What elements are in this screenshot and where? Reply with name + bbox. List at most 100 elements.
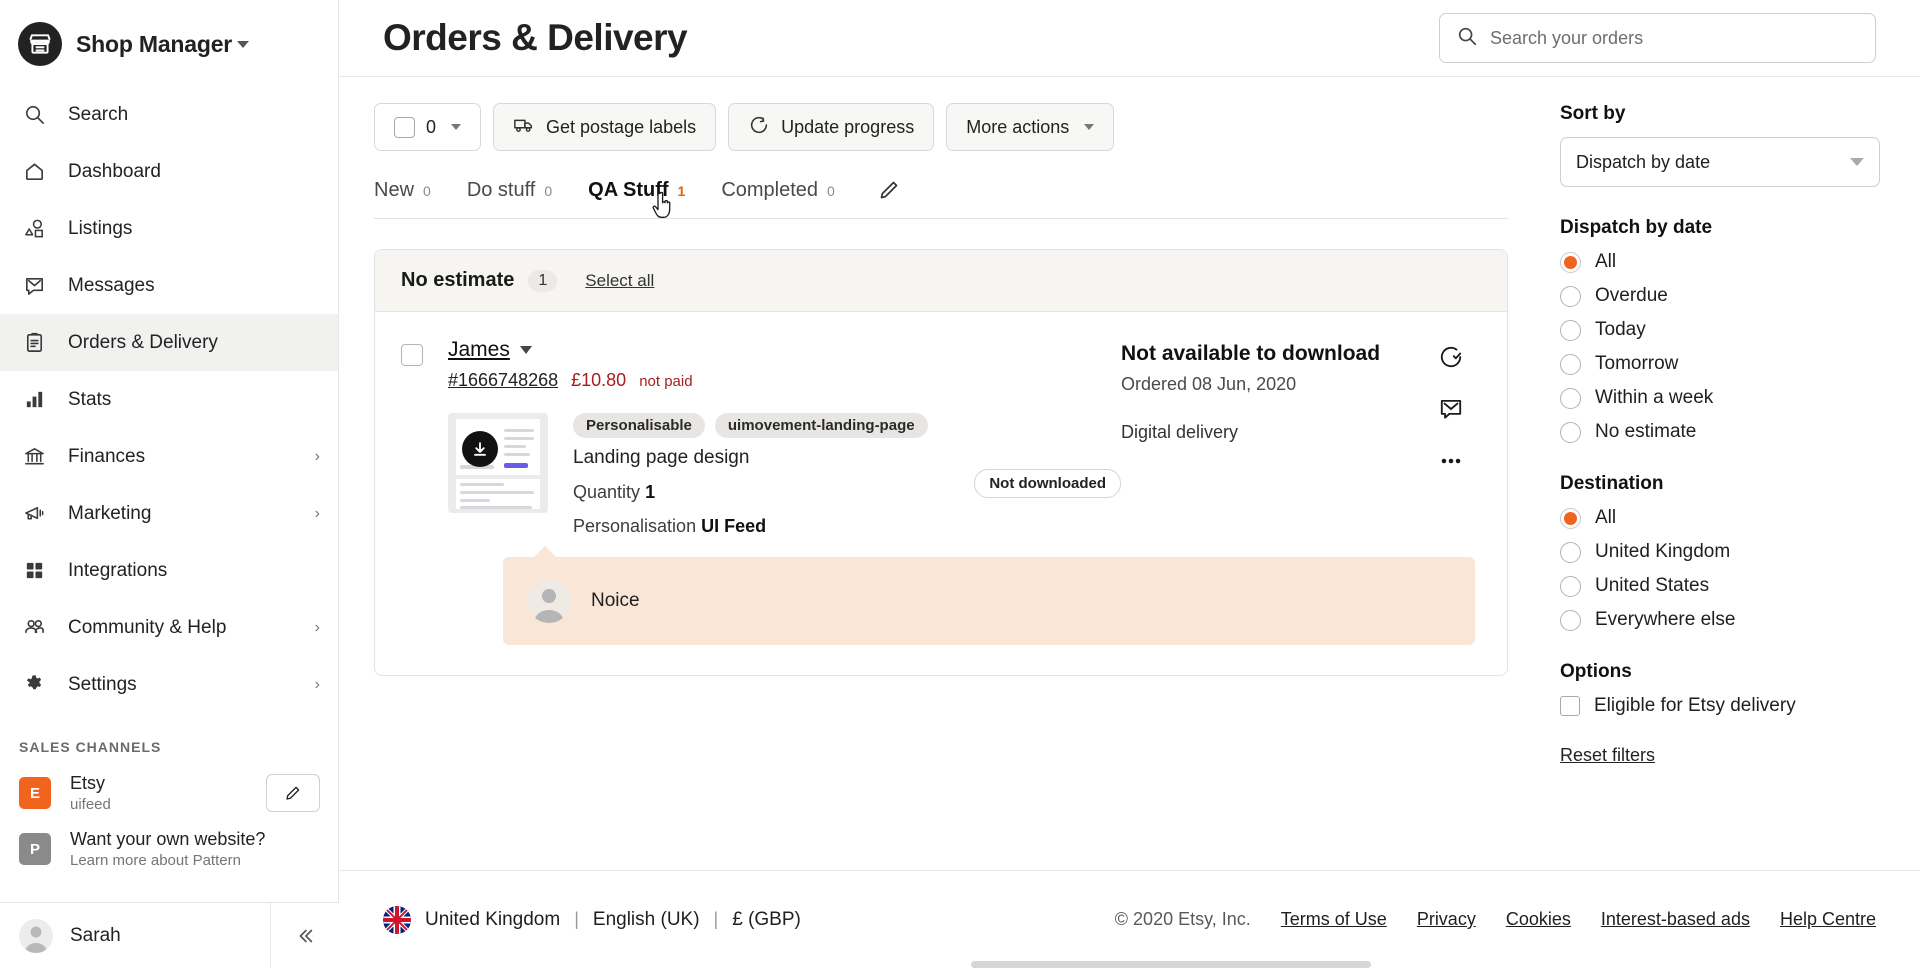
dispatch-by-date-label: Dispatch by date [1560, 217, 1713, 238]
destination-filter-group: Destination All United Kingdom United St… [1560, 473, 1880, 631]
edit-shop-button[interactable] [266, 774, 320, 812]
radio-icon[interactable] [1560, 285, 1581, 307]
order-checkbox[interactable] [401, 344, 423, 366]
tab-completed[interactable]: Completed 0 [721, 179, 835, 202]
sidebar-item-stats[interactable]: Stats [0, 371, 338, 428]
footer-link-help-centre[interactable]: Help Centre [1780, 909, 1876, 930]
sidebar-item-finances[interactable]: Finances › [0, 428, 338, 485]
shop-storefront-icon [18, 22, 62, 66]
dispatch-option-tomorrow[interactable]: Tomorrow [1560, 353, 1880, 375]
button-label: More actions [966, 116, 1070, 137]
reset-filters-link[interactable]: Reset filters [1560, 745, 1655, 766]
item-info: Personalisable uimovement-landing-page L… [573, 413, 949, 537]
radio-icon[interactable] [1560, 251, 1581, 273]
listing-thumbnail[interactable] [448, 413, 548, 513]
destination-option-all[interactable]: All [1560, 507, 1880, 529]
sort-by-select[interactable]: Dispatch by date [1560, 137, 1880, 187]
radio-icon[interactable] [1560, 387, 1581, 409]
order-note: Noice [503, 546, 1475, 645]
sidebar-item-orders-delivery[interactable]: Orders & Delivery [0, 314, 338, 371]
envelope-chat-icon [19, 271, 49, 301]
buyer-name-link[interactable]: James [448, 338, 510, 362]
radio-icon[interactable] [1560, 353, 1581, 375]
uk-flag-icon [383, 905, 411, 934]
order-row: James #1666748268 £10.80 not paid Person… [375, 312, 1507, 537]
sidebar-nav: Search Dashboard Listings Messages Order… [0, 86, 338, 713]
pattern-badge-letter: P [29, 840, 40, 858]
option-label: All [1595, 507, 1617, 528]
sales-channel-etsy[interactable]: E Etsy uifeed [0, 765, 338, 821]
dispatch-option-all[interactable]: All [1560, 251, 1880, 273]
horizontal-scrollbar[interactable] [971, 961, 1371, 968]
sidebar-item-integrations[interactable]: Integrations [0, 542, 338, 599]
chevron-down-icon[interactable] [519, 346, 532, 354]
footer-language[interactable]: English (UK) [593, 909, 700, 931]
footer-country[interactable]: United Kingdom [425, 909, 560, 931]
chevron-down-icon [451, 124, 462, 130]
destination-option-united-kingdom[interactable]: United Kingdom [1560, 541, 1880, 563]
update-progress-button[interactable]: Update progress [728, 103, 935, 151]
progress-check-icon[interactable] [1438, 344, 1464, 370]
dispatch-option-within-a-week[interactable]: Within a week [1560, 387, 1880, 409]
collapse-sidebar-button[interactable] [270, 902, 339, 968]
footer-link-interest-based-ads[interactable]: Interest-based ads [1601, 909, 1750, 930]
sort-by-label: Sort by [1560, 103, 1626, 124]
dispatch-option-today[interactable]: Today [1560, 319, 1880, 341]
radio-icon[interactable] [1560, 575, 1581, 597]
checkbox-icon[interactable] [1560, 696, 1580, 716]
pencil-icon [286, 786, 300, 800]
footer-link-terms-of-use[interactable]: Terms of Use [1281, 909, 1387, 930]
footer-link-privacy[interactable]: Privacy [1417, 909, 1476, 930]
radio-icon[interactable] [1560, 507, 1581, 529]
dispatch-option-no-estimate[interactable]: No estimate [1560, 421, 1880, 443]
dispatch-option-overdue[interactable]: Overdue [1560, 285, 1880, 307]
radio-icon[interactable] [1560, 319, 1581, 341]
sidebar-item-marketing[interactable]: Marketing › [0, 485, 338, 542]
radio-icon[interactable] [1560, 541, 1581, 563]
shapes-icon [19, 214, 49, 244]
sidebar-item-search[interactable]: Search [0, 86, 338, 143]
order-id-link[interactable]: #1666748268 [448, 370, 558, 391]
order-search-box[interactable] [1439, 13, 1876, 63]
select-all-link[interactable]: Select all [585, 271, 654, 291]
sidebar-item-label: Dashboard [68, 160, 161, 182]
radio-icon[interactable] [1560, 421, 1581, 443]
destination-option-united-states[interactable]: United States [1560, 575, 1880, 597]
destination-option-everywhere-else[interactable]: Everywhere else [1560, 609, 1880, 631]
tab-do-stuff[interactable]: Do stuff 0 [467, 179, 552, 202]
edit-tabs-button[interactable] [877, 178, 901, 202]
radio-icon[interactable] [1560, 609, 1581, 631]
shop-switcher[interactable]: Shop Manager [0, 0, 338, 86]
channel-name: Want your own website? [70, 829, 266, 849]
item-title: Landing page design [573, 447, 750, 468]
selection-dropdown[interactable]: 0 [374, 103, 482, 151]
sidebar-item-listings[interactable]: Listings [0, 200, 338, 257]
destination-label: Destination [1560, 473, 1664, 494]
tab-new[interactable]: New 0 [374, 179, 431, 202]
envelope-icon[interactable] [1438, 396, 1464, 422]
sort-by-value: Dispatch by date [1576, 151, 1711, 172]
sidebar-item-label: Finances [68, 445, 146, 467]
item-personalisation: Personalisation UI Feed [573, 516, 949, 537]
get-postage-labels-button[interactable]: Get postage labels [493, 103, 717, 151]
option-eligible-etsy-delivery[interactable]: Eligible for Etsy delivery [1560, 695, 1880, 717]
footer-currency[interactable]: £ (GBP) [732, 909, 801, 931]
sidebar-item-community-help[interactable]: Community & Help › [0, 599, 338, 656]
orders-toolbar: 0 Get postage labels Update progress Mor… [374, 103, 1508, 151]
people-icon [19, 613, 49, 643]
user-name: Sarah [70, 924, 121, 946]
more-actions-button[interactable]: More actions [946, 103, 1115, 151]
select-all-checkbox[interactable] [394, 116, 415, 138]
sidebar-item-messages[interactable]: Messages [0, 257, 338, 314]
sidebar-item-settings[interactable]: Settings › [0, 656, 338, 713]
bank-icon [19, 442, 49, 472]
filters-panel: Sort by Dispatch by date Dispatch by dat… [1540, 77, 1920, 870]
chevron-right-icon: › [314, 504, 320, 522]
ellipsis-icon[interactable] [1438, 448, 1464, 474]
tab-qa-stuff[interactable]: QA Stuff 1 [588, 179, 685, 202]
search-input[interactable] [1490, 27, 1859, 49]
tab-count: 0 [423, 182, 431, 199]
sales-channel-pattern[interactable]: P Want your own website? Learn more abou… [0, 821, 338, 877]
sidebar-item-dashboard[interactable]: Dashboard [0, 143, 338, 200]
footer-link-cookies[interactable]: Cookies [1506, 909, 1571, 930]
